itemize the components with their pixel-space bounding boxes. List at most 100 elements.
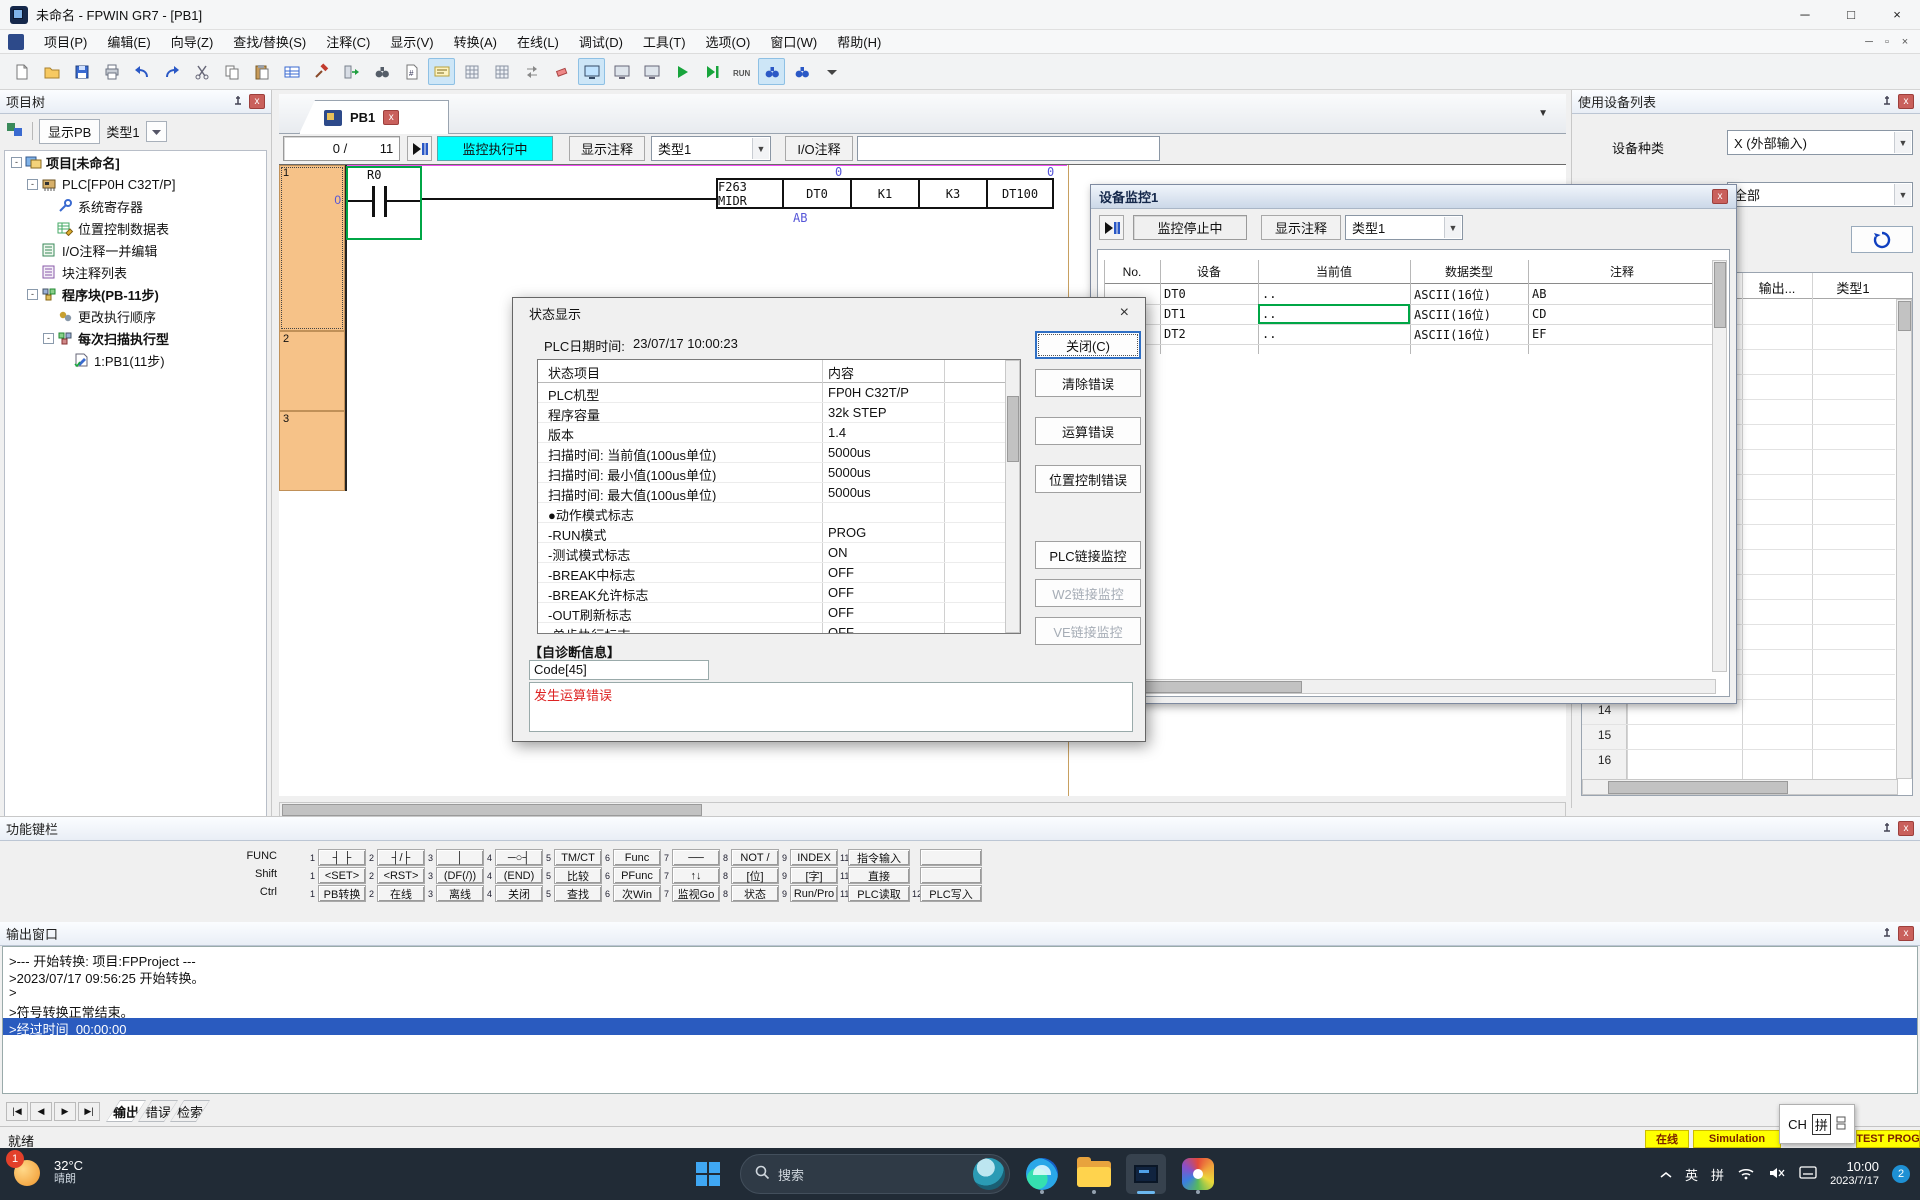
tree-node-2[interactable]: 系统寄存器: [5, 195, 266, 217]
function-key[interactable]: 8NOT /: [723, 849, 779, 866]
function-key-button[interactable]: (DF(/)): [436, 867, 484, 884]
expander-icon[interactable]: -: [27, 289, 38, 300]
dialog-close-icon[interactable]: ×: [1120, 304, 1129, 322]
function-key[interactable]: 7监视Go: [664, 885, 720, 902]
function-key[interactable]: 5查找: [546, 885, 602, 902]
open-project-icon[interactable]: [38, 58, 65, 85]
tree-node-3[interactable]: 位置控制数据表: [5, 217, 266, 239]
tree-type-dropdown[interactable]: [146, 121, 167, 142]
save-project-icon[interactable]: [68, 58, 95, 85]
monitor-cell[interactable]: DT1: [1160, 304, 1258, 324]
notification-badge[interactable]: 2: [1892, 1165, 1910, 1183]
search-daily-image[interactable]: [973, 1158, 1005, 1190]
function-key-button[interactable]: INDEX: [790, 849, 838, 866]
status-row-3[interactable]: 扫描时间: 当前值(100us单位)5000us: [538, 443, 1020, 463]
function-key[interactable]: 9[字]: [782, 867, 838, 884]
monitor-go-icon[interactable]: [758, 58, 785, 85]
step-run-icon[interactable]: [698, 58, 725, 85]
show-comment-button[interactable]: 显示注释: [569, 136, 645, 161]
function-key-button[interactable]: [字]: [790, 867, 838, 884]
function-key-button[interactable]: PB转换: [318, 885, 366, 902]
expander-icon[interactable]: -: [27, 179, 38, 190]
function-key[interactable]: 1PB转换: [310, 885, 366, 902]
monitor-vscroll-thumb[interactable]: [1714, 262, 1726, 328]
function-key[interactable]: 3(DF(/)): [428, 867, 484, 884]
status-row-10[interactable]: -BREAK允许标志OFF: [538, 583, 1020, 603]
function-key[interactable]: 1┤ ├: [310, 849, 366, 866]
status-row-8[interactable]: -测试模式标志ON: [538, 543, 1020, 563]
start-button[interactable]: [688, 1154, 728, 1194]
status-row-7[interactable]: -RUN模式PROG: [538, 523, 1020, 543]
function-key[interactable]: 4关闭: [487, 885, 543, 902]
maximize-button[interactable]: □: [1828, 0, 1874, 30]
search-box[interactable]: 搜索: [740, 1154, 1010, 1194]
function-key[interactable]: 4─○┤: [487, 849, 543, 866]
undo-icon[interactable]: [128, 58, 155, 85]
function-key[interactable]: 7──: [664, 849, 720, 866]
last-tab-icon[interactable]: ▶|: [78, 1102, 100, 1121]
weather-widget[interactable]: 1 32°C 晴朗: [10, 1154, 83, 1190]
function-key-button[interactable]: ┤ ├: [318, 849, 366, 866]
status-vscroll-thumb[interactable]: [1007, 396, 1019, 462]
function-key-button[interactable]: 关闭: [495, 885, 543, 902]
function-key-button[interactable]: 指令输入: [848, 849, 910, 866]
monitor-cell[interactable]: ..: [1258, 284, 1410, 304]
output-line-3[interactable]: >符号转换正常结束。: [3, 1001, 1917, 1018]
tree-node-5[interactable]: 块注释列表: [5, 261, 266, 283]
function-key[interactable]: 9INDEX: [782, 849, 838, 866]
function-key-button[interactable]: <SET>: [318, 867, 366, 884]
function-key-button[interactable]: 次Win: [613, 885, 661, 902]
close-button[interactable]: ×: [1874, 0, 1920, 30]
menu-item-5[interactable]: 显示(V): [380, 30, 443, 53]
function-key-button[interactable]: 监视Go: [672, 885, 720, 902]
close-panel-icon[interactable]: x: [249, 94, 265, 109]
output-log[interactable]: >--- 开始转换: 项目:FPProject --->2023/07/17 0…: [2, 946, 1918, 1094]
tab-pb1[interactable]: PB1 x: [299, 100, 449, 134]
monitor-cell[interactable]: ASCII(16位): [1410, 324, 1528, 344]
function-key[interactable]: 2┤/├: [369, 849, 425, 866]
status-row-11[interactable]: -OUT刷新标志OFF: [538, 603, 1020, 623]
expander-icon[interactable]: -: [11, 157, 22, 168]
tree-node-6[interactable]: -程序块(PB-11步): [5, 283, 266, 305]
cut-icon[interactable]: [188, 58, 215, 85]
function-key-button[interactable]: PLC写入: [920, 885, 982, 902]
device-kind-select[interactable]: X (外部输入)▼: [1727, 130, 1913, 155]
function-key-button[interactable]: Run/Pro: [790, 885, 838, 902]
display-device-select[interactable]: 全部▼: [1727, 182, 1913, 207]
io-comment-button[interactable]: I/O注释: [785, 136, 853, 161]
new-file-icon[interactable]: [8, 58, 35, 85]
monitor-go-2-icon[interactable]: [788, 58, 815, 85]
chevron-down-icon[interactable]: ▼: [1444, 217, 1461, 238]
tray-lang[interactable]: 英: [1685, 1165, 1698, 1184]
function-key-button[interactable]: ↑↓: [672, 867, 720, 884]
monitor-cell[interactable]: ..: [1258, 324, 1410, 344]
run-mode-icon[interactable]: RUN: [728, 58, 755, 85]
function-key-button[interactable]: PFunc: [613, 867, 661, 884]
function-key[interactable]: 2<RST>: [369, 867, 425, 884]
tree-node-1[interactable]: -PLC[FP0H C32T/P]: [5, 173, 266, 195]
close-window-icon[interactable]: x: [1712, 189, 1728, 204]
insert-row-icon[interactable]: [278, 58, 305, 85]
delete-tool-icon[interactable]: [308, 58, 335, 85]
tab-输出[interactable]: 输出: [106, 1100, 146, 1122]
chevron-down-icon[interactable]: ▼: [752, 138, 769, 159]
device-list-vscrollbar[interactable]: [1896, 299, 1912, 779]
device-grid-2-icon[interactable]: [488, 58, 515, 85]
status-row-2[interactable]: 版本1.4: [538, 423, 1020, 443]
photos-taskbar-button[interactable]: [1178, 1154, 1218, 1194]
jump-icon[interactable]: [338, 58, 365, 85]
output-line-1[interactable]: >2023/07/17 09:56:25 开始转换。: [3, 967, 1917, 984]
function-key[interactable]: 12PLC写入: [912, 885, 982, 902]
dialog-titlebar[interactable]: 状态显示 ×: [513, 298, 1145, 328]
instruction-cell-2[interactable]: K1: [850, 178, 920, 209]
function-key-button[interactable]: NOT /: [731, 849, 779, 866]
cursor-cell[interactable]: [346, 166, 422, 240]
tab-list-caret-icon[interactable]: ▼: [1538, 108, 1548, 119]
status-row-9[interactable]: -BREAK中标志OFF: [538, 563, 1020, 583]
output-line-0[interactable]: >--- 开始转换: 项目:FPProject ---: [3, 950, 1917, 967]
function-key-button[interactable]: [920, 849, 982, 866]
output-line-4[interactable]: >经过时间 00:00:00: [3, 1018, 1917, 1035]
toolbar-more-icon[interactable]: [818, 58, 845, 85]
chevron-down-icon[interactable]: ▼: [1894, 132, 1911, 153]
instruction-cell-0[interactable]: F263 MIDR: [716, 178, 784, 209]
